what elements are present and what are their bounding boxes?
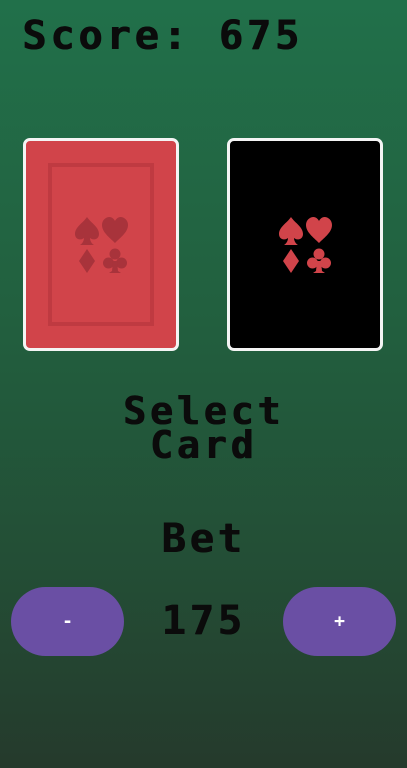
- card-right[interactable]: [227, 138, 383, 351]
- spade-icon: [75, 216, 99, 245]
- score-display: Score: 675: [22, 13, 303, 59]
- decrease-bet-button[interactable]: -: [11, 587, 124, 656]
- card-suits-icon: [73, 215, 129, 275]
- select-card-prompt: Select Card: [122, 389, 285, 467]
- diamond-icon: [283, 248, 299, 273]
- club-icon: [103, 248, 127, 273]
- bet-label: Bet: [161, 516, 246, 562]
- club-icon: [307, 248, 331, 273]
- bet-amount: 175: [161, 598, 246, 644]
- heart-icon: [306, 216, 332, 243]
- increase-bet-button[interactable]: +: [283, 587, 396, 656]
- spade-icon: [279, 216, 303, 245]
- card-left[interactable]: [23, 138, 179, 351]
- card-suits-icon: [277, 215, 333, 275]
- heart-icon: [102, 216, 128, 243]
- diamond-icon: [79, 248, 95, 273]
